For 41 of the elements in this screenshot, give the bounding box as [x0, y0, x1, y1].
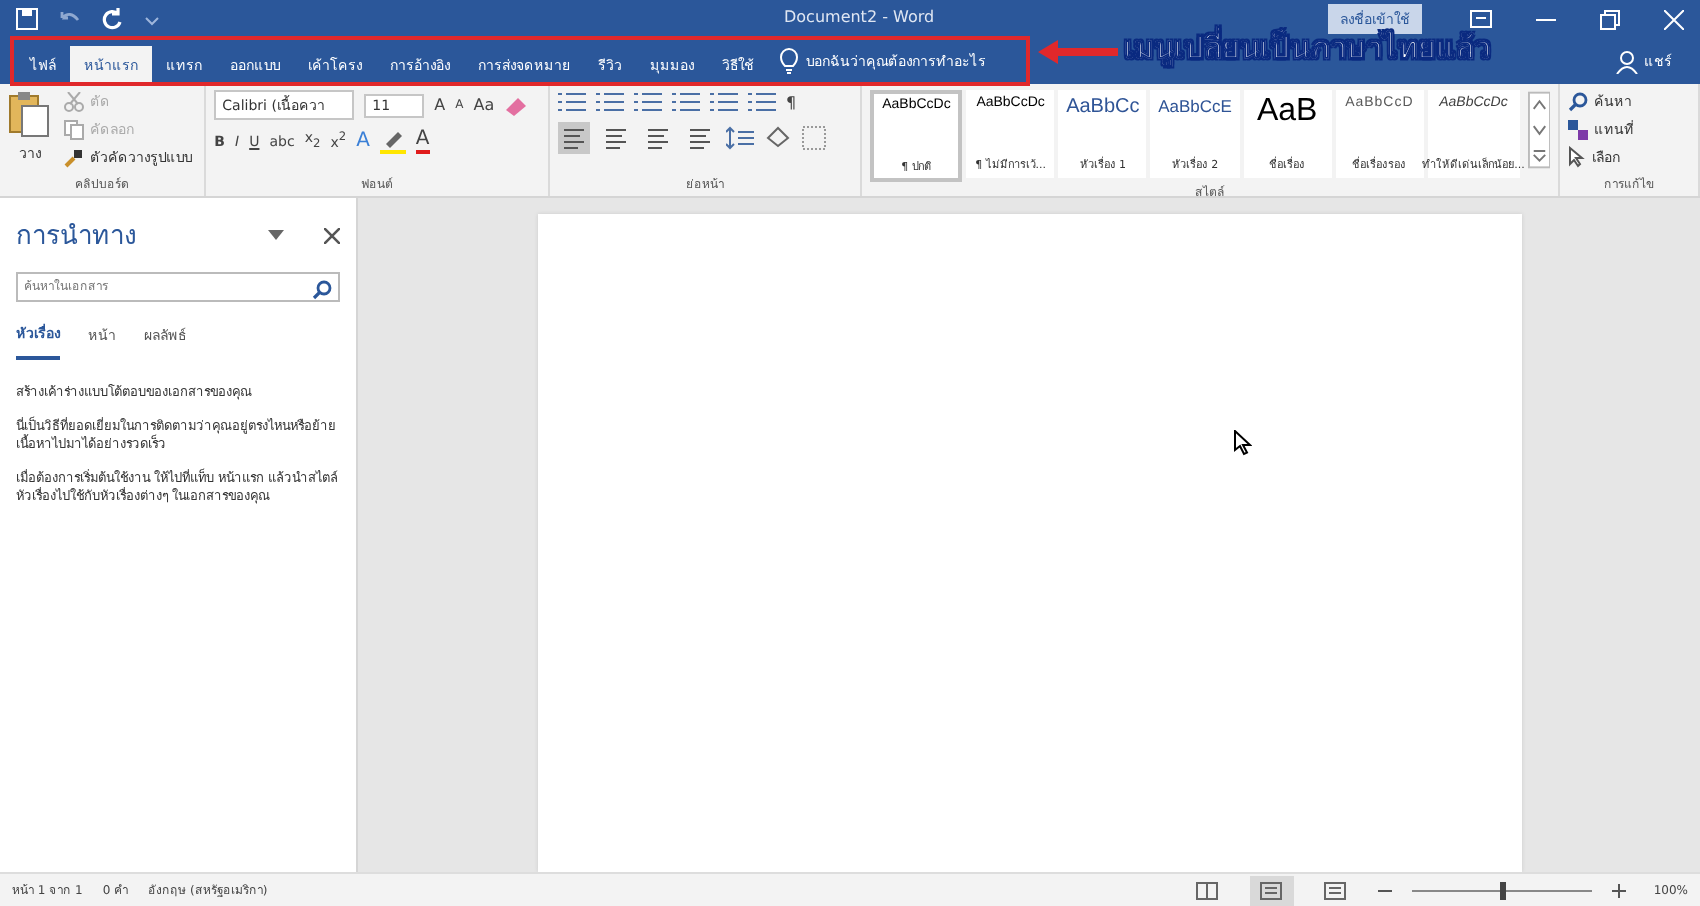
restore-icon[interactable] — [1600, 9, 1620, 29]
zoom-in-icon[interactable] — [1611, 883, 1626, 897]
caret-icon[interactable] — [268, 230, 284, 240]
arrow-icon — [1038, 40, 1118, 64]
replace-icon — [1568, 119, 1589, 139]
window-title: Document2 - Word — [784, 8, 935, 26]
gallery-scroll-icon[interactable] — [1527, 90, 1551, 170]
borders-icon[interactable] — [802, 126, 827, 150]
style-preview: AaBbCc — [1066, 96, 1140, 118]
pane-title: การนำทาง — [16, 220, 138, 256]
customize-caret-icon[interactable] — [144, 11, 160, 27]
mouse-pointer-icon — [1234, 430, 1252, 456]
line-spacing-icon[interactable] — [726, 126, 755, 150]
style-preview: AaB — [1256, 96, 1318, 128]
redo-icon[interactable] — [102, 8, 124, 30]
align-left-icon[interactable] — [558, 122, 591, 154]
zoom-thumb[interactable] — [1499, 881, 1506, 899]
cursor-arrow-icon — [1568, 146, 1587, 168]
clipboard-icon — [8, 90, 52, 138]
font-color-button[interactable]: A — [415, 129, 430, 153]
minimize-icon[interactable] — [1536, 17, 1556, 21]
copy-icon — [64, 119, 84, 139]
show-formatting-button[interactable]: ¶ — [786, 93, 797, 111]
bullets-icon[interactable] — [558, 90, 587, 114]
style-preview: AaBbCcE — [1158, 96, 1232, 116]
ribbon-display-icon[interactable] — [1470, 10, 1492, 28]
scissors-icon — [64, 91, 84, 111]
grow-font-button[interactable]: A — [434, 96, 446, 114]
paintbrush-icon — [64, 147, 84, 167]
save-icon[interactable] — [16, 8, 38, 30]
shading-icon[interactable] — [764, 126, 793, 150]
print-layout-button[interactable] — [1249, 875, 1294, 905]
change-case-button[interactable]: Aa — [473, 96, 495, 114]
text-effects-button[interactable]: A — [356, 130, 370, 152]
eraser-icon[interactable] — [504, 93, 529, 117]
search-icon — [1568, 91, 1589, 111]
person-icon — [1616, 49, 1638, 73]
lightbulb-icon[interactable] — [780, 48, 798, 74]
highlighter-icon[interactable] — [379, 128, 406, 154]
close-icon[interactable] — [324, 227, 340, 243]
search-icon[interactable] — [312, 280, 332, 300]
